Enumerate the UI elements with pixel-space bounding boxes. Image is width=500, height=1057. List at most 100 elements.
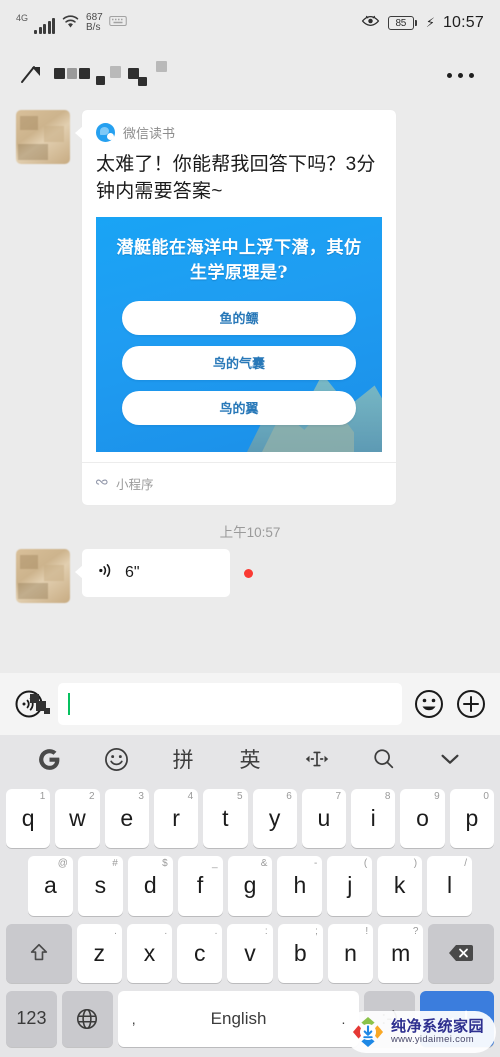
contact-name-redacted — [50, 60, 439, 90]
avatar-pixel — [20, 554, 38, 569]
search-icon[interactable] — [364, 741, 404, 777]
shift-key[interactable] — [6, 923, 72, 983]
numeric-mode-key[interactable]: 123 — [6, 990, 57, 1047]
key-label: v — [244, 939, 256, 966]
key-label: n — [344, 939, 357, 966]
quiz-option: 鱼的鳔 — [122, 300, 356, 335]
key-hint: 9 — [434, 791, 440, 802]
key-hint: ( — [363, 858, 368, 870]
key-hint: : — [264, 925, 268, 937]
key-s[interactable]: # s — [77, 856, 123, 916]
data-speed-unit: B/s — [86, 22, 101, 33]
keyboard-icon — [108, 15, 127, 34]
pinyin-mode-button[interactable]: 拼 — [163, 741, 203, 777]
key-label: p — [465, 805, 479, 832]
english-mode-button[interactable]: 英 — [230, 741, 270, 777]
key-c[interactable]: .c — [177, 923, 223, 983]
wechat-read-logo-icon — [96, 123, 115, 142]
keyboard-toolbar: 拼 英 — [0, 735, 500, 783]
chat-header — [0, 46, 500, 104]
period-key-label: . — [341, 1010, 346, 1027]
key-w[interactable]: 2w — [55, 789, 100, 849]
key-label: 123 — [16, 1008, 47, 1029]
collapse-keyboard-icon[interactable] — [430, 741, 470, 777]
battery-icon: 85 — [387, 16, 417, 30]
voice-message-bubble[interactable]: 6" — [82, 548, 230, 597]
key-l[interactable]: / l — [427, 856, 473, 916]
dot — [447, 72, 452, 78]
emoji-button[interactable] — [414, 689, 444, 719]
wifi-icon — [61, 13, 80, 34]
key-r[interactable]: 4r — [153, 789, 199, 849]
on-screen-keyboard[interactable]: 拼 英 1 q 2 w 3 e 4 r 5 t 6 y 7 u 8 i 9 o … — [0, 735, 500, 1057]
avatar[interactable] — [16, 548, 70, 603]
key-z[interactable]: .z — [76, 923, 122, 983]
avatar-pixel — [44, 564, 64, 581]
miniprogram-footer-label: 小程序 — [116, 477, 154, 492]
message-input-field[interactable] — [58, 683, 402, 725]
voice-input-button[interactable] — [14, 688, 50, 720]
key-h[interactable]: -h — [277, 856, 323, 916]
cursor-move-icon[interactable] — [297, 741, 337, 777]
data-speed-value: 687 — [86, 11, 103, 23]
gboard-logo-icon[interactable] — [29, 741, 69, 777]
message-timestamp: 上午10:57 — [219, 524, 281, 540]
key-hint: 4 — [187, 791, 194, 802]
key-x[interactable]: .x — [126, 923, 173, 983]
message-list[interactable]: 微信读书 太难了！你能帮我回答下吗？3分钟内需要答案~ 潜艇能在海洋中上浮下潜，… — [0, 104, 500, 735]
miniprogram-card-header: 微信读书 — [82, 110, 396, 146]
key-q[interactable]: 1q — [6, 789, 51, 849]
keyboard-row-1: 1q 2w 3e 4r 5t 6y 7u 8i 9o 0p — [3, 785, 497, 852]
miniprogram-card-footer: 小程序 — [82, 461, 396, 505]
key-e[interactable]: 3e — [104, 789, 149, 849]
key-p[interactable]: 0p — [449, 789, 494, 849]
key-j[interactable]: (j — [327, 856, 373, 916]
key-y[interactable]: 6y — [252, 789, 297, 849]
key-hint: 6 — [286, 791, 292, 802]
key-g[interactable]: & g — [227, 856, 273, 916]
avatar[interactable] — [16, 110, 70, 164]
key-label: u — [317, 805, 331, 832]
site-watermark: 纯净系统家园 www.yidaimei.com — [344, 1011, 496, 1053]
miniprogram-preview-image: 潜艇能在海洋中上浮下潜，其仿生学原理是? 鱼的鳔 鸟的气囊 鸟的翼 — [96, 216, 382, 452]
key-hint: - — [314, 858, 318, 870]
avatar-pixel — [18, 582, 48, 599]
key-label: i — [370, 805, 376, 832]
miniprogram-card[interactable]: 微信读书 太难了！你能帮我回答下吗？3分钟内需要答案~ 潜艇能在海洋中上浮下潜，… — [82, 110, 396, 505]
key-label: w — [69, 805, 86, 832]
key-hint: 8 — [384, 791, 391, 802]
language-switch-key[interactable] — [61, 990, 113, 1047]
key-label: r — [172, 805, 180, 832]
key-f[interactable]: _ f — [177, 856, 223, 916]
key-m[interactable]: ? m — [378, 923, 424, 983]
key-hint: 0 — [483, 791, 489, 802]
key-u[interactable]: 7u — [301, 789, 347, 849]
key-n[interactable]: ! n — [327, 923, 374, 983]
key-label: o — [416, 805, 429, 832]
key-i[interactable]: 8i — [351, 789, 396, 849]
space-key[interactable]: , English . — [117, 990, 360, 1047]
back-arrow-icon[interactable] — [18, 62, 44, 88]
key-hint: 1 — [39, 791, 46, 802]
add-more-button[interactable] — [456, 689, 486, 719]
key-v[interactable]: :v — [227, 923, 273, 983]
key-label: x — [143, 939, 156, 966]
key-a[interactable]: @ a — [28, 856, 73, 916]
key-label: t — [222, 805, 229, 832]
bubble-tail — [75, 564, 83, 579]
space-key-label: English — [210, 1008, 267, 1028]
keyboard-row-2: @ a # s $ d _ f & g -h (j ) k / l — [3, 852, 497, 919]
keyboard-emoji-icon[interactable] — [96, 741, 136, 777]
message-row-voice: 6" — [0, 548, 500, 603]
more-options-button[interactable] — [439, 65, 482, 86]
key-k[interactable]: ) k — [377, 856, 423, 916]
key-d[interactable]: $ d — [127, 856, 173, 916]
backspace-key[interactable] — [428, 923, 494, 983]
key-b[interactable]: ; b — [277, 923, 323, 983]
quiz-option: 鸟的气囊 — [122, 345, 356, 380]
key-t[interactable]: 5t — [203, 789, 248, 849]
key-o[interactable]: 9o — [400, 789, 445, 849]
key-label: m — [391, 939, 411, 966]
unread-indicator-dot — [244, 568, 253, 578]
data-speed-indicator: 687 B/s — [86, 11, 103, 34]
